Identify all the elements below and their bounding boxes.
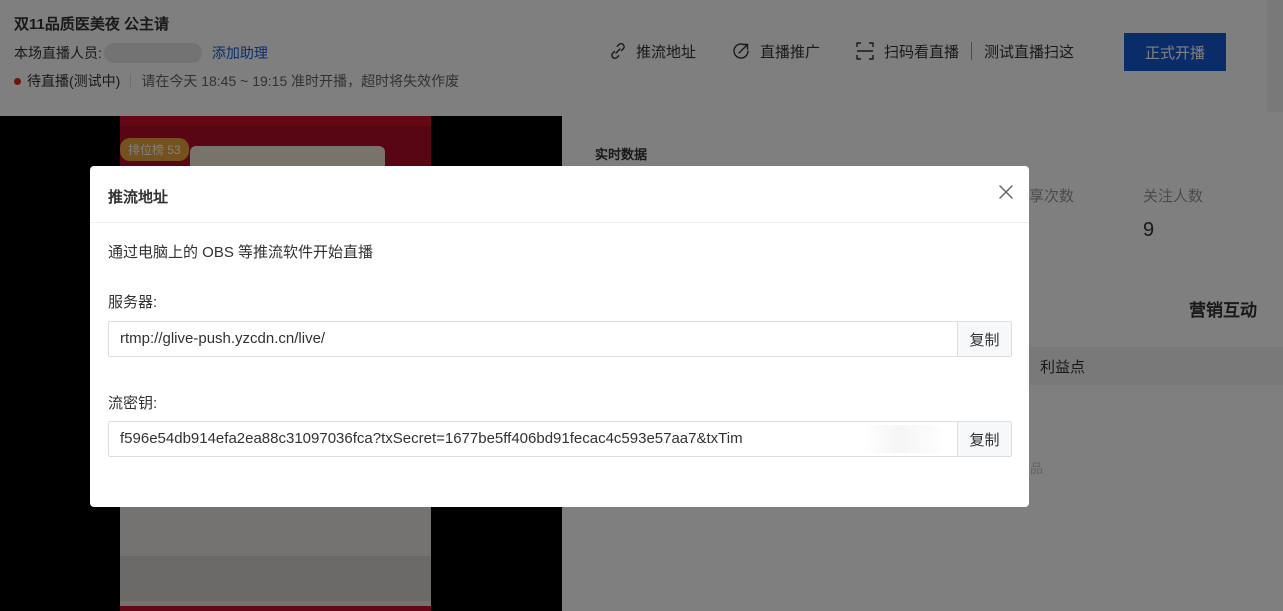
push-url-dialog: 推流地址 通过电脑上的 OBS 等推流软件开始直播 服务器: rtmp://gl… bbox=[90, 166, 1029, 507]
copy-key-button[interactable]: 复制 bbox=[957, 422, 1011, 456]
stream-key-redaction bbox=[827, 425, 947, 453]
dialog-description: 通过电脑上的 OBS 等推流软件开始直播 bbox=[108, 244, 374, 261]
stream-key-field: f596e54db914efa2ea88c31097036fca?txSecre… bbox=[108, 421, 1012, 457]
close-icon[interactable] bbox=[997, 183, 1015, 201]
dialog-header: 推流地址 bbox=[90, 166, 1029, 223]
server-value[interactable]: rtmp://glive-push.yzcdn.cn/live/ bbox=[109, 322, 957, 356]
stream-key-label: 流密钥: bbox=[108, 395, 158, 412]
server-field: rtmp://glive-push.yzcdn.cn/live/ 复制 bbox=[108, 321, 1012, 357]
stream-key-input[interactable]: f596e54db914efa2ea88c31097036fca?txSecre… bbox=[109, 422, 957, 456]
stream-key-value: f596e54db914efa2ea88c31097036fca?txSecre… bbox=[120, 430, 743, 447]
dialog-title: 推流地址 bbox=[108, 189, 169, 206]
server-label: 服务器: bbox=[108, 294, 158, 311]
copy-server-button[interactable]: 复制 bbox=[957, 322, 1011, 356]
